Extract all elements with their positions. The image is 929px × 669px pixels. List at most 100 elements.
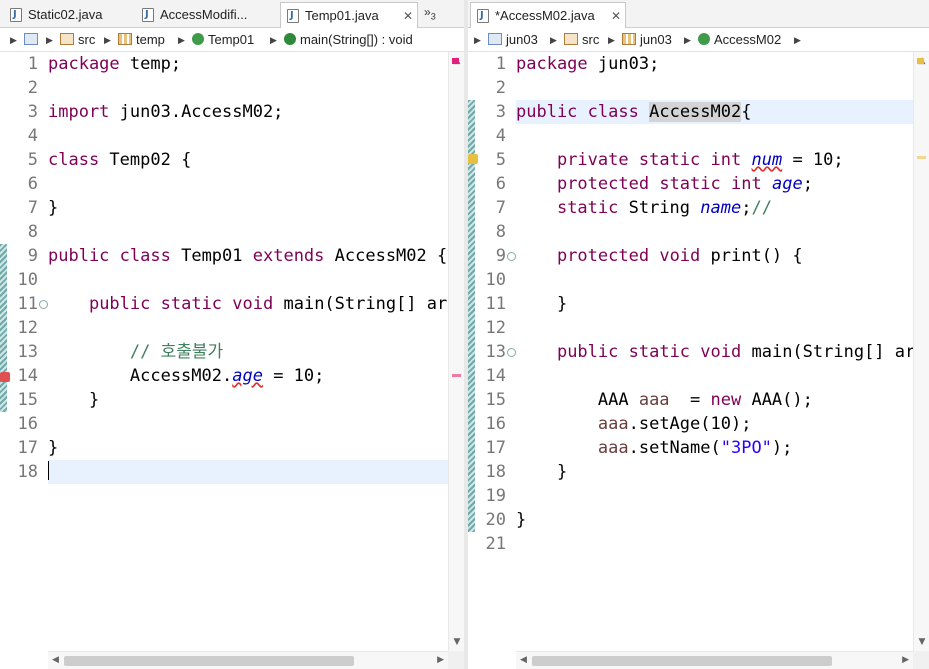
code-line[interactable] (516, 268, 913, 292)
breadcrumb-src[interactable]: src (564, 28, 599, 52)
error-overview-marker[interactable] (452, 58, 459, 64)
right-vertical-scrollbar[interactable]: ▲ ▼ (913, 52, 929, 651)
code-line[interactable] (516, 124, 913, 148)
warning-overview-marker[interactable] (917, 156, 926, 159)
breadcrumb-method[interactable]: main(String[]) : void (284, 28, 413, 52)
code-line[interactable] (516, 316, 913, 340)
code-token: int (710, 150, 742, 170)
tab-accessm02[interactable]: *AccessM02.java ✕ (470, 2, 626, 28)
scroll-left-icon[interactable]: ◀ (520, 652, 527, 668)
breadcrumb-project[interactable] (24, 28, 42, 52)
line-number: 12 (485, 318, 506, 338)
close-icon[interactable]: ✕ (611, 3, 621, 29)
code-line[interactable]: import jun03.AccessM02; (48, 100, 448, 124)
code-line[interactable]: } (48, 436, 448, 460)
fold-toggle-icon[interactable] (507, 348, 516, 357)
code-line[interactable]: } (48, 196, 448, 220)
code-line[interactable] (516, 220, 913, 244)
class-icon (698, 33, 710, 45)
left-code-editor[interactable]: 1 2 3 4 5 6 7 8 9 10 11 12 13 14 15 16 17 18 package temp… (0, 52, 448, 651)
chevron-right-icon: ▶ (684, 35, 691, 45)
code-line[interactable]: AAA aaa = new AAA(); (516, 388, 913, 412)
code-line[interactable]: public static void main(String[] args) { (516, 340, 913, 364)
code-line[interactable] (516, 484, 913, 508)
left-line-numbers: 1 2 3 4 5 6 7 8 9 10 11 12 13 14 15 16 17 18 (10, 52, 48, 651)
code-line[interactable]: } (516, 508, 913, 532)
code-line[interactable] (516, 76, 913, 100)
line-number: 2 (27, 78, 38, 98)
code-line[interactable] (48, 268, 448, 292)
breadcrumb-class[interactable]: AccessM02 (698, 28, 781, 52)
code-line[interactable]: public class AccessM02{ (516, 100, 913, 124)
scroll-left-icon[interactable]: ◀ (52, 652, 59, 668)
breadcrumb-package[interactable]: temp (118, 28, 165, 52)
source-folder-icon (564, 33, 578, 45)
warning-overview-marker[interactable] (917, 58, 924, 64)
line-number: 16 (17, 414, 38, 434)
code-line[interactable] (48, 124, 448, 148)
error-overview-marker[interactable] (452, 374, 461, 377)
code-token: void (700, 342, 742, 362)
change-marker (468, 100, 475, 532)
code-line[interactable]: static String name;// (516, 196, 913, 220)
right-code-editor[interactable]: 1 2 3 4 5 6 7 8 9 10 11 12 13 14 15 16 17 18 19 20 21 packag… (468, 52, 913, 651)
tab-static02[interactable]: Static02.java (4, 2, 132, 28)
right-horizontal-scrollbar[interactable]: ◀ ▶ (516, 651, 913, 669)
fold-toggle-icon[interactable] (39, 300, 48, 309)
tab-label: Static02.java (28, 7, 103, 22)
code-line[interactable] (48, 172, 448, 196)
breadcrumb-src[interactable]: src (60, 28, 95, 52)
left-code-area[interactable]: package temp; import jun03.AccessM02; clas… (48, 52, 448, 651)
left-vertical-scrollbar[interactable]: ▲ ▼ (448, 52, 464, 651)
code-line[interactable]: // 호출불가 (48, 340, 448, 364)
code-line[interactable] (48, 412, 448, 436)
code-line[interactable] (48, 316, 448, 340)
package-icon (622, 33, 636, 45)
code-line[interactable]: package temp; (48, 52, 448, 76)
line-number: 18 (17, 462, 38, 482)
scroll-down-icon[interactable]: ▼ (449, 635, 464, 649)
breadcrumb-package[interactable]: jun03 (622, 28, 672, 52)
code-line[interactable]: protected void print() { (516, 244, 913, 268)
code-line[interactable]: } (516, 292, 913, 316)
scroll-right-icon[interactable]: ▶ (902, 652, 909, 668)
code-line[interactable]: public static void main(String[] args) { (48, 292, 448, 316)
code-line[interactable]: aaa.setName("3PO"); (516, 436, 913, 460)
scroll-down-icon[interactable]: ▼ (914, 635, 929, 649)
code-line[interactable] (48, 460, 448, 484)
chevron-right-icon: ▶ (46, 35, 53, 45)
code-line[interactable]: aaa.setAge(10); (516, 412, 913, 436)
overflow-chevron-icon: » (424, 5, 431, 19)
code-token: { (741, 102, 752, 122)
code-line[interactable]: private static int num = 10; (516, 148, 913, 172)
fold-toggle-icon[interactable] (507, 252, 516, 261)
right-code-area[interactable]: package jun03; public class AccessM02{ pr… (516, 52, 913, 651)
code-line[interactable] (516, 364, 913, 388)
code-token: public (48, 246, 110, 266)
line-number: 6 (495, 174, 506, 194)
close-icon[interactable]: ✕ (403, 3, 413, 29)
tab-temp01[interactable]: Temp01.java ✕ (280, 2, 418, 28)
code-line[interactable]: class Temp02 { (48, 148, 448, 172)
code-line[interactable] (516, 532, 913, 556)
tab-accessmodifier[interactable]: AccessModifi... (136, 2, 276, 28)
scroll-thumb[interactable] (532, 656, 832, 666)
scroll-thumb[interactable] (64, 656, 354, 666)
code-line[interactable]: package jun03; (516, 52, 913, 76)
scroll-right-icon[interactable]: ▶ (437, 652, 444, 668)
code-line[interactable] (48, 220, 448, 244)
breadcrumb-project[interactable]: jun03 (488, 28, 538, 52)
code-line[interactable]: } (48, 388, 448, 412)
code-line[interactable]: } (516, 460, 913, 484)
code-line[interactable]: AccessM02.age = 10; (48, 364, 448, 388)
code-line[interactable]: protected static int age; (516, 172, 913, 196)
code-line[interactable]: public class Temp01 extends AccessM02 { (48, 244, 448, 268)
breadcrumb-class[interactable]: Temp01 (192, 28, 254, 52)
tab-overflow-button[interactable]: »3 (424, 2, 436, 26)
code-line[interactable] (48, 76, 448, 100)
left-horizontal-scrollbar[interactable]: ◀ ▶ (48, 651, 448, 669)
